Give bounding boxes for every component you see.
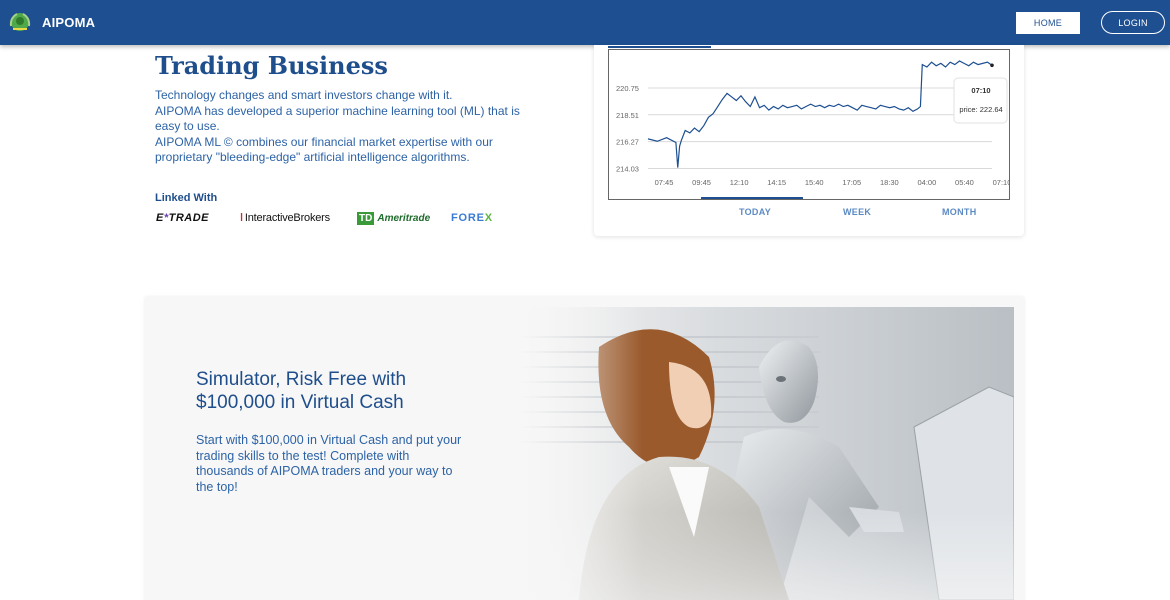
top-navbar: AIPOMA HOME LOGIN xyxy=(0,0,1170,45)
hero-description: Technology changes and smart investors c… xyxy=(155,88,525,166)
x-tick-label: 17:05 xyxy=(842,178,861,187)
brand-name[interactable]: AIPOMA xyxy=(42,15,95,30)
forex-logo-text: FOREX xyxy=(451,212,493,224)
x-tick-label: 09:45 xyxy=(692,178,711,187)
x-tick-label: 04:00 xyxy=(917,178,936,187)
interactive-brokers-logo: ǀ InteractiveBrokers xyxy=(240,212,330,224)
tab-today[interactable]: TODAY xyxy=(739,207,771,217)
x-tick-label: 12:10 xyxy=(730,178,749,187)
td-ameritrade-logo: TD Ameritrade xyxy=(357,212,430,225)
tooltip-time: 07:10 xyxy=(971,86,990,95)
y-tick-label: 216.27 xyxy=(616,138,639,147)
promo-title: Simulator, Risk Free with $100,000 in Vi… xyxy=(196,369,407,413)
x-tick-label: 18:30 xyxy=(880,178,899,187)
interactive-brokers-text: InteractiveBrokers xyxy=(244,212,330,224)
x-tick-label: 07:10 xyxy=(993,178,1010,187)
y-tick-label: 214.03 xyxy=(616,164,639,173)
price-tooltip xyxy=(953,77,1008,124)
woman-and-robot-photo xyxy=(519,307,1014,600)
page-title: Trading Business xyxy=(155,51,388,80)
photo-illustration xyxy=(519,307,1014,600)
tab-week[interactable]: WEEK xyxy=(843,207,871,217)
chart-range-indicator xyxy=(608,46,711,48)
hero-paragraph-2: AIPOMA has developed a superior machine … xyxy=(155,103,520,134)
y-tick-label: 218.51 xyxy=(616,111,639,120)
etrade-logo: E*TRADE xyxy=(156,212,209,224)
aipoma-logo-icon[interactable] xyxy=(8,10,32,34)
active-tab-indicator xyxy=(701,197,803,199)
x-tick-label: 14:15 xyxy=(767,178,786,187)
chart-frame xyxy=(608,49,1010,200)
tooltip-price: price: 222.64 xyxy=(959,105,1002,114)
ib-mark-icon: ǀ xyxy=(240,212,243,224)
td-mark: TD xyxy=(357,212,375,225)
hero-paragraph-1: Technology changes and smart investors c… xyxy=(155,88,453,102)
promo-description: Start with $100,000 in Virtual Cash and … xyxy=(196,433,462,494)
y-tick-label: 220.75 xyxy=(616,84,639,93)
x-tick-label: 05:40 xyxy=(955,178,974,187)
last-price-point xyxy=(990,63,994,68)
hero-paragraph-3: AIPOMA ML © combines our financial marke… xyxy=(155,134,493,165)
forex-logo: FOREX xyxy=(451,212,493,224)
price-line-chart[interactable]: 220.75 218.51 216.27 214.03 07:45 09:45 12:10 1… xyxy=(608,45,1010,200)
home-button[interactable]: HOME xyxy=(1016,12,1080,34)
tab-month[interactable]: MONTH xyxy=(942,207,977,217)
ameritrade-text: Ameritrade xyxy=(377,213,431,224)
etrade-logo-text: E*TRADE xyxy=(156,212,210,224)
x-tick-label: 07:45 xyxy=(655,178,674,187)
x-tick-label: 15:40 xyxy=(805,178,824,187)
login-button[interactable]: LOGIN xyxy=(1101,11,1165,34)
linked-with-label: Linked With xyxy=(155,192,218,204)
